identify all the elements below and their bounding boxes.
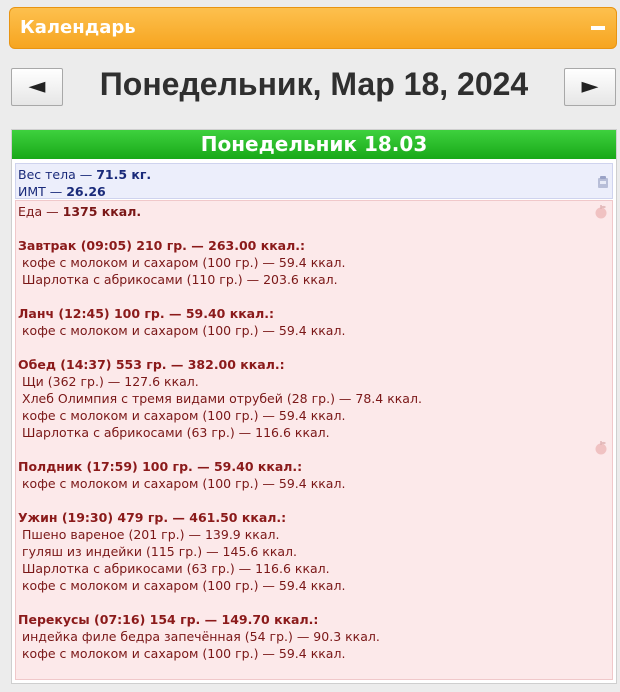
meal-item: кофе с молоком и сахаром (100 гр.) — 59.… bbox=[22, 323, 346, 338]
meal-title: Обед (14:37) 553 гр. — 382.00 ккал.: bbox=[18, 357, 285, 372]
meal-item: кофе с молоком и сахаром (100 гр.) — 59.… bbox=[22, 255, 346, 270]
day-panel: Понедельник 18.03 Вес тела — 71.5 кг. ИМ… bbox=[11, 129, 617, 684]
day-header: Понедельник 18.03 bbox=[12, 130, 616, 159]
weight-line: Вес тела — 71.5 кг. bbox=[18, 166, 612, 183]
bmi-value: 26.26 bbox=[66, 184, 106, 199]
apple-icon[interactable] bbox=[594, 204, 608, 219]
meal-title: Ланч (12:45) 100 гр. — 59.40 ккал.: bbox=[18, 306, 275, 321]
meal-item: индейка филе бедра запечённая (54 гр.) —… bbox=[22, 629, 380, 644]
apple-icon[interactable] bbox=[594, 440, 608, 455]
weight-label: Вес тела — bbox=[18, 167, 97, 182]
meal-item: кофе с молоком и сахаром (100 гр.) — 59.… bbox=[22, 408, 346, 423]
meal-spacer bbox=[18, 492, 612, 509]
meal-spacer bbox=[18, 594, 612, 611]
meal-item: Хлеб Олимпия с тремя видами отрубей (28 … bbox=[22, 391, 422, 406]
meal-item: Щи (362 гр.) — 127.6 ккал. bbox=[22, 374, 199, 389]
food-box[interactable]: Еда — 1375 ккал. Завтрак (09:05) 210 гр.… bbox=[15, 200, 613, 680]
food-total-line: Еда — 1375 ккал. bbox=[18, 203, 612, 220]
meal-item: Шарлотка с абрикосами (63 гр.) — 116.6 к… bbox=[22, 561, 330, 576]
meal-item: кофе с молоком и сахаром (100 гр.) — 59.… bbox=[22, 578, 346, 593]
calendar-header: Календарь bbox=[9, 7, 617, 49]
meal-title: Завтрак (09:05) 210 гр. — 263.00 ккал.: bbox=[18, 238, 306, 253]
prev-day-button[interactable]: ◄ bbox=[11, 68, 63, 106]
meal-title: Перекусы (07:16) 154 гр. — 149.70 ккал.: bbox=[18, 612, 319, 627]
meal-spacer bbox=[18, 441, 612, 458]
meal-item: гуляш из индейки (115 гр.) — 145.6 ккал. bbox=[22, 544, 298, 559]
food-total-value: 1375 ккал. bbox=[62, 204, 142, 219]
meal-spacer bbox=[18, 339, 612, 356]
meal-item: Пшено вареное (201 гр.) — 139.9 ккал. bbox=[22, 527, 280, 542]
scale-icon[interactable] bbox=[597, 175, 609, 189]
bmi-label: ИМТ — bbox=[18, 184, 67, 199]
meal-item: Шарлотка с абрикосами (110 гр.) — 203.6 … bbox=[22, 272, 338, 287]
weight-value: 71.5 кг. bbox=[96, 167, 152, 182]
body-stats-box[interactable]: Вес тела — 71.5 кг. ИМТ — 26.26 bbox=[15, 163, 613, 199]
meal-spacer bbox=[18, 288, 612, 305]
meal-item: Шарлотка с абрикосами (63 гр.) — 116.6 к… bbox=[22, 425, 330, 440]
meal-item: кофе с молоком и сахаром (100 гр.) — 59.… bbox=[22, 476, 346, 491]
calendar-title: Календарь bbox=[20, 17, 136, 38]
meal-item: кофе с молоком и сахаром (100 гр.) — 59.… bbox=[22, 646, 346, 661]
meal-spacer bbox=[18, 220, 612, 237]
meal-title: Ужин (19:30) 479 гр. — 461.50 ккал.: bbox=[18, 510, 287, 525]
meal-title: Полдник (17:59) 100 гр. — 59.40 ккал.: bbox=[18, 459, 303, 474]
food-total-label: Еда — bbox=[18, 204, 63, 219]
current-date-title: Понедельник, Мар 18, 2024 bbox=[99, 66, 529, 102]
bmi-line: ИМТ — 26.26 bbox=[18, 183, 612, 200]
next-day-button[interactable]: ► bbox=[564, 68, 616, 106]
collapse-button[interactable] bbox=[590, 16, 606, 38]
meals-list: Завтрак (09:05) 210 гр. — 263.00 ккал.: к… bbox=[18, 220, 612, 662]
